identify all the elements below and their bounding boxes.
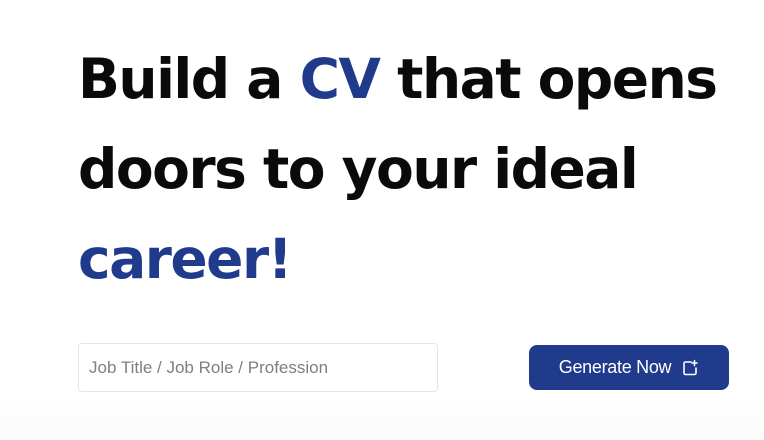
page: Build a CV that opens doors to your idea… (0, 0, 764, 440)
add-document-icon (681, 359, 699, 377)
bottom-fade (0, 400, 764, 440)
headline-line-1-prefix: Build a (78, 47, 300, 111)
headline-line-1: Build a CV that opens (78, 34, 738, 124)
generate-now-button[interactable]: Generate Now (529, 345, 729, 390)
headline-line-2: doors to your ideal (78, 137, 639, 201)
job-title-input[interactable] (78, 343, 438, 392)
headline-accent-career: career! (78, 227, 293, 291)
headline-accent-cv: CV (299, 47, 381, 111)
hero-headline: Build a CV that opens doors to your idea… (78, 34, 738, 304)
headline-line-1-suffix: that opens (379, 47, 718, 111)
generate-now-label: Generate Now (558, 357, 672, 377)
